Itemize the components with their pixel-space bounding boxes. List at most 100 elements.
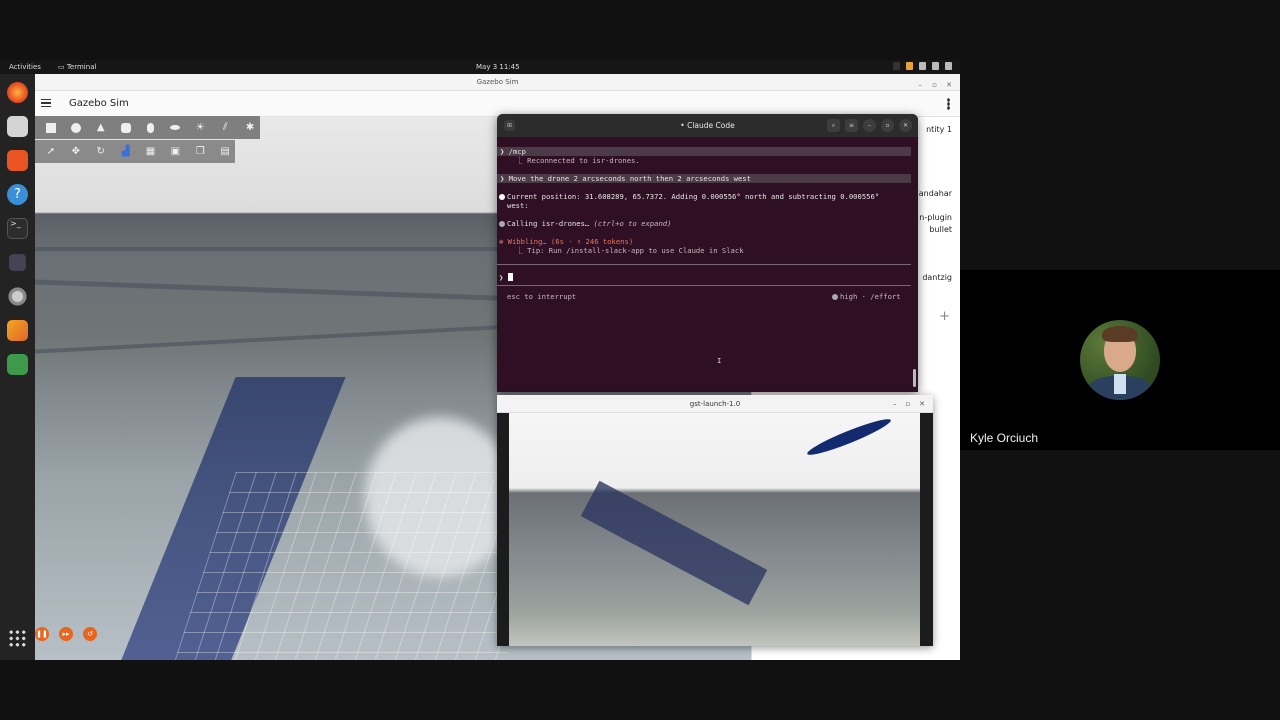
participant-video: [1080, 320, 1160, 400]
activities-button[interactable]: Activities: [9, 63, 41, 71]
position-text: Current position: 31.608289, 65.7372. Ad…: [507, 192, 880, 201]
close-button[interactable]: ✕: [899, 119, 912, 132]
cube-icon[interactable]: [9, 254, 26, 271]
gst-title: gst-launch-1.0: [689, 400, 741, 408]
interrupt-hint: esc to interrupt: [507, 292, 577, 301]
participant-tile[interactable]: Kyle Orciuch: [960, 270, 1280, 450]
participant-name: Kyle Orciuch: [970, 431, 1039, 445]
help-icon[interactable]: ?: [7, 184, 28, 205]
input-divider: [497, 285, 911, 286]
video-border-left: [497, 413, 509, 646]
terminal-scrollbar[interactable]: [913, 369, 916, 387]
input-divider: [497, 264, 911, 265]
calling-line: Calling isr-drones… (ctrl+o to expand): [499, 219, 671, 228]
trash-icon[interactable]: [7, 354, 28, 375]
step-icon[interactable]: ▸▸: [59, 627, 73, 641]
wibbling-text: Wibbling… (6s · ↑ 246 tokens): [507, 237, 634, 246]
search-icon[interactable]: ⌕: [827, 119, 840, 132]
gst-titlebar: gst-launch-1.0 – ▫ ✕: [497, 395, 933, 413]
calling-text: Calling isr-drones…: [507, 219, 590, 228]
maximize-button[interactable]: ▫: [905, 395, 910, 413]
kebab-menu-icon[interactable]: [947, 98, 950, 110]
user-prompt-line: ❯ Move the drone 2 arcseconds north then…: [500, 174, 751, 183]
terminal-titlebar: ⊞ • Claude Code ⌕ ≡ – ▫ ✕: [497, 114, 918, 137]
gazebo-header-title: Gazebo Sim: [69, 98, 129, 109]
hamburger-menu-icon[interactable]: [41, 99, 51, 107]
firefox-icon[interactable]: [7, 82, 28, 103]
grid-icon[interactable]: ▦: [141, 143, 161, 161]
layers-icon[interactable]: [7, 320, 28, 341]
box-icon[interactable]: [41, 119, 61, 137]
volume-icon: [932, 62, 939, 70]
show-apps-icon[interactable]: [8, 629, 27, 648]
meeting-view: Activities ▭ Terminal May 3 11:45 ? >_ G…: [0, 0, 1280, 720]
network-icon: [919, 62, 926, 70]
battery-icon: [945, 62, 952, 70]
text-cursor: [507, 273, 513, 281]
rotate-icon[interactable]: ↻: [91, 143, 111, 161]
files-icon[interactable]: [7, 116, 28, 137]
effort-dot-icon: [832, 293, 838, 300]
shapes-toolbar: ▲ ☀ ⫽ ✱: [35, 116, 260, 139]
plugin-label: n-plugin: [919, 213, 952, 222]
ellipsoid-icon[interactable]: [165, 119, 185, 137]
cylinder-icon[interactable]: [116, 119, 136, 137]
entity-label: ntity 1: [926, 125, 952, 134]
pause-icon[interactable]: ❚❚: [35, 627, 49, 641]
capsule-icon[interactable]: [141, 119, 161, 137]
clock[interactable]: May 3 11:45: [476, 63, 520, 71]
new-tab-icon[interactable]: ⊞: [504, 120, 515, 131]
add-plugin-icon[interactable]: +: [939, 309, 950, 324]
spot-light-icon[interactable]: ✱: [240, 119, 260, 137]
gazebo-titlebar: Gazebo Sim – ▫ ✕: [35, 74, 960, 91]
system-tray[interactable]: [893, 62, 952, 70]
terminal-app-menu[interactable]: ▭ Terminal: [58, 63, 96, 71]
tip-line: ⎿ Tip: Run /install-slack-app to use Cla…: [507, 246, 744, 255]
effort-indicator[interactable]: high · /effort: [832, 292, 901, 301]
input-line[interactable]: ❯: [499, 273, 513, 282]
gazebo-window-title: Gazebo Sim: [476, 78, 519, 86]
wibbling-line: ✻ Wibbling… (6s · ↑ 246 tokens): [499, 237, 634, 246]
sphere-icon[interactable]: [66, 119, 86, 137]
settings-gear-icon[interactable]: [7, 286, 28, 307]
avatar-hair: [1102, 326, 1138, 342]
gst-launch-window[interactable]: gst-launch-1.0 – ▫ ✕: [497, 395, 933, 646]
drone-camera-feed: [509, 413, 920, 646]
solver-label: dantzig: [922, 273, 952, 282]
minimize-button[interactable]: –: [893, 395, 897, 413]
app-center-icon[interactable]: [7, 150, 28, 171]
shared-screen: Activities ▭ Terminal May 3 11:45 ? >_ G…: [0, 60, 960, 660]
minimize-button[interactable]: –: [863, 119, 876, 132]
directional-light-icon[interactable]: ⫽: [215, 119, 235, 137]
terminal-title: Claude Code: [687, 121, 735, 130]
menu-icon[interactable]: ≡: [845, 119, 858, 132]
select-arrow-icon[interactable]: ➚: [41, 143, 61, 161]
avatar-shirt: [1114, 374, 1126, 394]
bullet-icon: [499, 193, 505, 200]
reset-icon[interactable]: ↺: [83, 627, 97, 641]
terminal-icon[interactable]: >_: [7, 218, 28, 239]
position-line: Current position: 31.608289, 65.7372. Ad…: [499, 192, 879, 201]
claude-code-terminal[interactable]: ⊞ • Claude Code ⌕ ≡ – ▫ ✕ ❯ /mcp ⎿ Recon…: [497, 114, 918, 392]
video-border-right: [920, 413, 933, 646]
transform-toolbar: ➚ ✥ ↻ ▟ ▦ ▣ ❐ ▤: [35, 140, 235, 163]
bullet-icon: [499, 220, 505, 227]
maximize-button[interactable]: ▫: [881, 119, 894, 132]
playback-controls: ❚❚ ▸▸ ↺: [35, 627, 97, 641]
copy-icon[interactable]: ❐: [190, 143, 210, 161]
sun-icon[interactable]: ☀: [190, 119, 210, 137]
screenshot-icon[interactable]: ▣: [165, 143, 185, 161]
cone-icon[interactable]: ▲: [91, 119, 111, 137]
snap-icon[interactable]: ▟: [116, 143, 136, 161]
close-button[interactable]: ✕: [919, 395, 925, 413]
translate-icon[interactable]: ✥: [66, 143, 86, 161]
propeller-blade: [805, 414, 893, 460]
command-highlight: [497, 147, 911, 156]
dock: ? >_: [0, 74, 35, 660]
reconnected-line: ⎿ Reconnected to isr-drones.: [507, 156, 640, 165]
mouse-ibeam-icon: I: [717, 356, 722, 365]
paste-icon[interactable]: ▤: [215, 143, 235, 161]
physics-engine: bullet: [929, 225, 952, 234]
user-prompt-text: Move the drone 2 arcseconds north then 2…: [508, 174, 751, 183]
mcp-command: /mcp: [508, 147, 526, 156]
